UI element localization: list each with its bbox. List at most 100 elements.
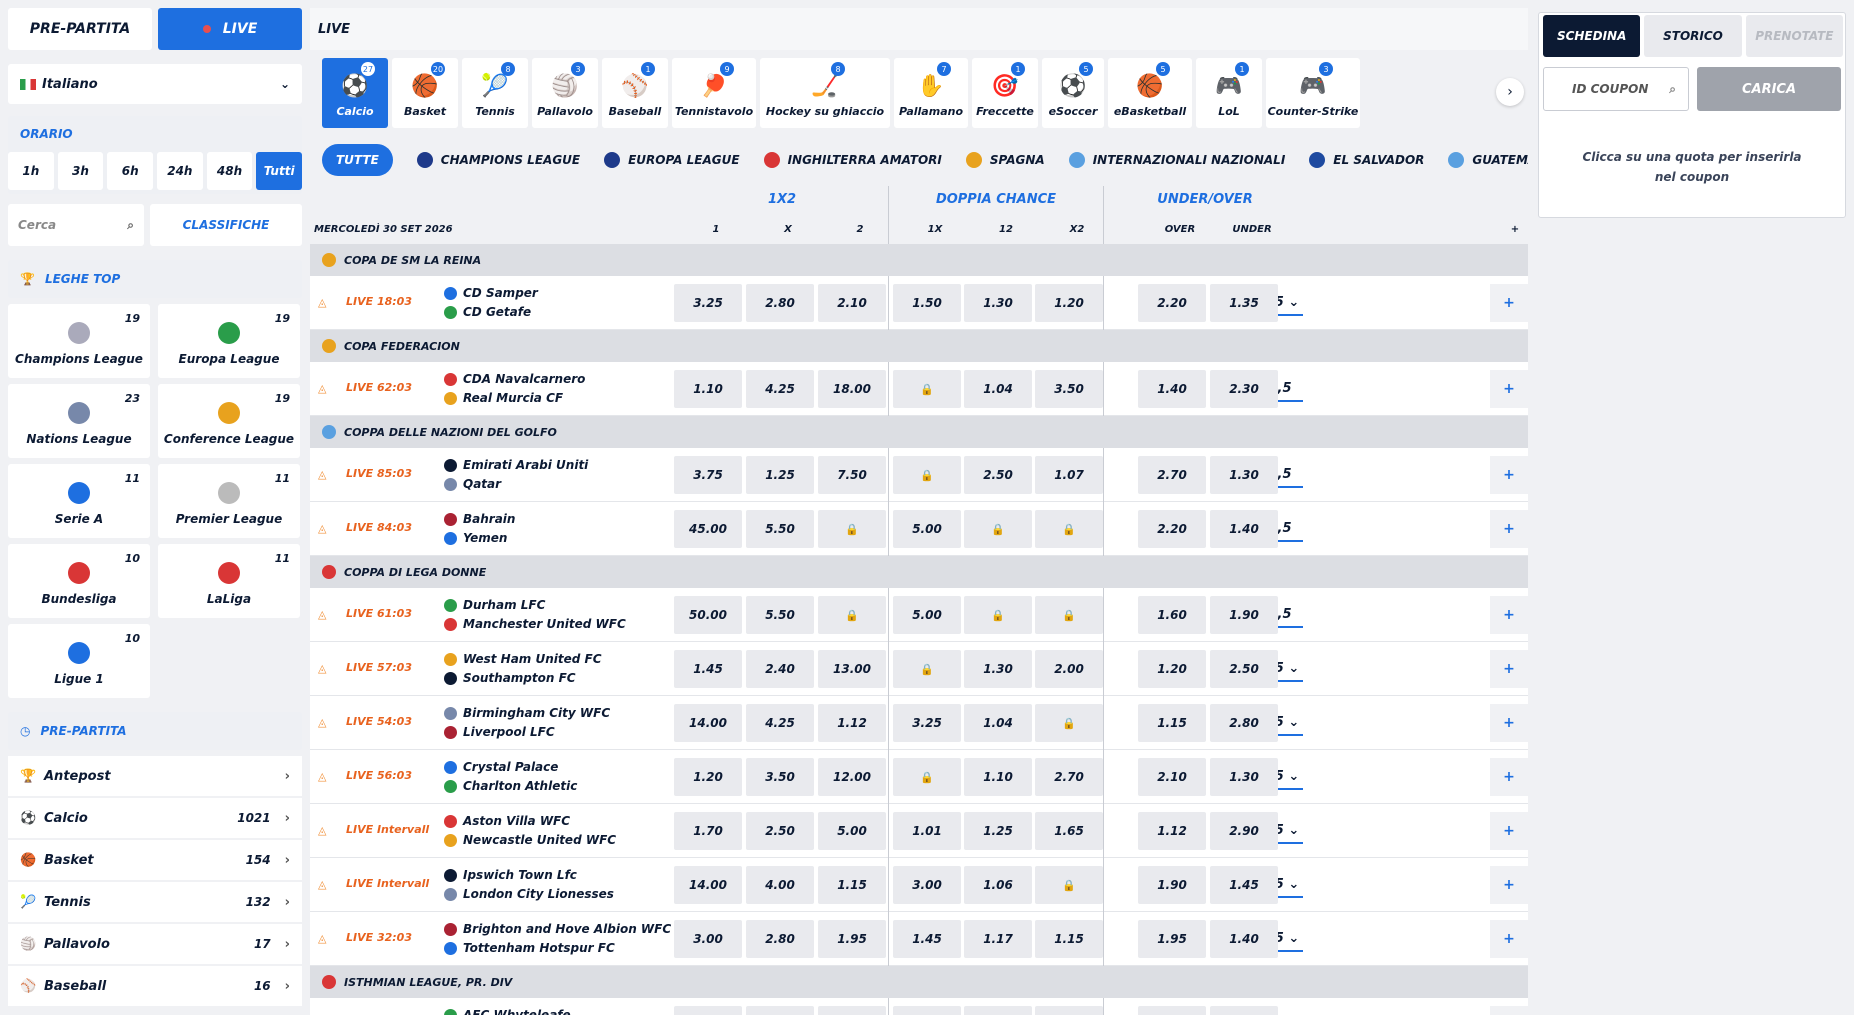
over-odd-button[interactable]: 1.15: [1138, 704, 1206, 742]
odd-button[interactable]: 2.10: [818, 284, 886, 322]
classifiche-button[interactable]: CLASSIFICHE: [150, 204, 302, 246]
match-teams[interactable]: Bahrain Yemen: [444, 510, 515, 548]
under-odd-button[interactable]: 2.50: [1210, 650, 1278, 688]
odd-button[interactable]: 2.40: [746, 650, 814, 688]
odd-button[interactable]: 5.50: [746, 596, 814, 634]
odd-button[interactable]: 2.50: [964, 456, 1032, 494]
sport-list-item[interactable]: 🏐 Pallavolo 17 ›: [8, 924, 302, 964]
under-odd-button[interactable]: 1.30: [1210, 758, 1278, 796]
orario-slot-6h[interactable]: 6h: [107, 152, 154, 190]
odd-button[interactable]: 1.20: [1035, 284, 1103, 322]
search-input[interactable]: Cerca ⌕: [8, 204, 144, 246]
odd-button[interactable]: [964, 1006, 1032, 1015]
sport-tab-hockey-su-ghiaccio[interactable]: 8 🏒 Hockey su ghiaccio: [760, 58, 890, 128]
coupon-tab-schedina[interactable]: SCHEDINA: [1543, 15, 1641, 57]
sport-tab-tennis[interactable]: 8 🎾 Tennis: [462, 58, 528, 128]
odd-button[interactable]: 1.17: [964, 920, 1032, 958]
match-teams[interactable]: Durham LFC Manchester United WFC: [444, 596, 626, 634]
league-card[interactable]: 11 Premier League: [158, 464, 300, 538]
odd-button[interactable]: 1.12: [818, 704, 886, 742]
odd-button[interactable]: 3.25: [893, 704, 961, 742]
sport-tab-freccette[interactable]: 1 🎯 Freccette: [972, 58, 1038, 128]
odd-button[interactable]: 1.04: [964, 704, 1032, 742]
under-odd-button[interactable]: [1210, 1006, 1278, 1015]
league-card[interactable]: 11 LaLiga: [158, 544, 300, 618]
odd-button[interactable]: 2.80: [746, 920, 814, 958]
league-card[interactable]: 10 Bundesliga: [8, 544, 150, 618]
sport-list-item[interactable]: 🏆 Antepost ›: [8, 756, 302, 796]
odd-button[interactable]: 3.75: [674, 456, 742, 494]
over-odd-button[interactable]: 1.12: [1138, 812, 1206, 850]
match-teams[interactable]: Crystal Palace Charlton Athletic: [444, 758, 577, 796]
odd-button[interactable]: 1.65: [1035, 812, 1103, 850]
match-teams[interactable]: Brighton and Hove Albion WFC Tottenham Ho…: [444, 920, 671, 958]
more-markets-button[interactable]: +: [1490, 866, 1528, 904]
odd-button[interactable]: 2.50: [746, 812, 814, 850]
sport-tab-basket[interactable]: 20 🏀 Basket: [392, 58, 458, 128]
sport-list-item[interactable]: 🏀 Basket 154 ›: [8, 840, 302, 880]
league-card[interactable]: 19 Conference League: [158, 384, 300, 458]
more-markets-button[interactable]: +: [1490, 370, 1528, 408]
odd-button[interactable]: 1.20: [674, 758, 742, 796]
under-odd-button[interactable]: 2.90: [1210, 812, 1278, 850]
pre-partita-button[interactable]: PRE-PARTITA: [8, 8, 152, 50]
odd-button[interactable]: 4.25: [746, 704, 814, 742]
over-odd-button[interactable]: 1.60: [1138, 596, 1206, 634]
under-odd-button[interactable]: 1.40: [1210, 510, 1278, 548]
league-card[interactable]: 11 Serie A: [8, 464, 150, 538]
more-markets-button[interactable]: +: [1490, 920, 1528, 958]
odd-button[interactable]: [1035, 1006, 1103, 1015]
sport-tab-pallamano[interactable]: 7 ✋ Pallamano: [894, 58, 968, 128]
more-markets-button[interactable]: +: [1490, 1006, 1528, 1015]
more-markets-button[interactable]: +: [1490, 456, 1528, 494]
match-teams[interactable]: Birmingham City WFC Liverpool LFC: [444, 704, 610, 742]
odd-button[interactable]: 1.10: [964, 758, 1032, 796]
odd-button[interactable]: 1.45: [893, 920, 961, 958]
odd-button[interactable]: 1.15: [1035, 920, 1103, 958]
sport-tab-lol[interactable]: 1 🎮 LoL: [1196, 58, 1262, 128]
odd-button[interactable]: 5.00: [818, 812, 886, 850]
coupon-id-input[interactable]: ID COUPON ⌕: [1543, 67, 1689, 111]
over-odd-button[interactable]: 1.20: [1138, 650, 1206, 688]
odd-button[interactable]: 1.45: [674, 650, 742, 688]
under-odd-button[interactable]: 1.35: [1210, 284, 1278, 322]
odd-button[interactable]: 3.25: [674, 284, 742, 322]
odd-button[interactable]: 1.10: [674, 370, 742, 408]
odd-button[interactable]: 5.50: [746, 510, 814, 548]
odd-button[interactable]: 13.00: [818, 650, 886, 688]
language-select[interactable]: Italiano ⌄: [8, 64, 302, 104]
odd-button[interactable]: 1.06: [964, 866, 1032, 904]
odd-button[interactable]: 14.00: [674, 866, 742, 904]
league-filter-champions-league[interactable]: CHAMPIONS LEAGUE: [416, 152, 580, 168]
odd-button[interactable]: 1.30: [964, 284, 1032, 322]
league-card[interactable]: 10 Ligue 1: [8, 624, 150, 698]
sport-list-item[interactable]: ⚾ Baseball 16 ›: [8, 966, 302, 1006]
odd-button[interactable]: 1.01: [893, 812, 961, 850]
over-odd-button[interactable]: 1.40: [1138, 370, 1206, 408]
odd-button[interactable]: 1.07: [1035, 456, 1103, 494]
under-odd-button[interactable]: 2.30: [1210, 370, 1278, 408]
odd-button[interactable]: 5.00: [893, 510, 961, 548]
league-card[interactable]: 23 Nations League: [8, 384, 150, 458]
odd-button[interactable]: 1.50: [893, 284, 961, 322]
more-markets-button[interactable]: +: [1490, 650, 1528, 688]
under-odd-button[interactable]: 1.30: [1210, 456, 1278, 494]
odd-button[interactable]: 1.15: [818, 866, 886, 904]
odd-button[interactable]: 4.00: [746, 866, 814, 904]
odd-button[interactable]: 1.25: [746, 456, 814, 494]
over-odd-button[interactable]: 2.70: [1138, 456, 1206, 494]
odd-button[interactable]: 45.00: [674, 510, 742, 548]
match-teams[interactable]: AFC Whyteleafe: [444, 1006, 571, 1015]
odd-button[interactable]: 3.00: [893, 866, 961, 904]
sport-tab-esoccer[interactable]: 5 ⚽ eSoccer: [1042, 58, 1104, 128]
league-filter-internazionali-nazionali[interactable]: INTERNAZIONALI NAZIONALI: [1068, 152, 1285, 168]
odd-button[interactable]: 4.25: [746, 370, 814, 408]
league-card[interactable]: 19 Europa League: [158, 304, 300, 378]
over-odd-button[interactable]: 1.90: [1138, 866, 1206, 904]
odd-button[interactable]: [746, 1006, 814, 1015]
more-markets-button[interactable]: +: [1490, 812, 1528, 850]
under-odd-button[interactable]: 2.80: [1210, 704, 1278, 742]
odd-button[interactable]: 2.80: [746, 284, 814, 322]
sport-tab-calcio[interactable]: 27 ⚽ Calcio: [322, 58, 388, 128]
odd-button[interactable]: 1.25: [964, 812, 1032, 850]
